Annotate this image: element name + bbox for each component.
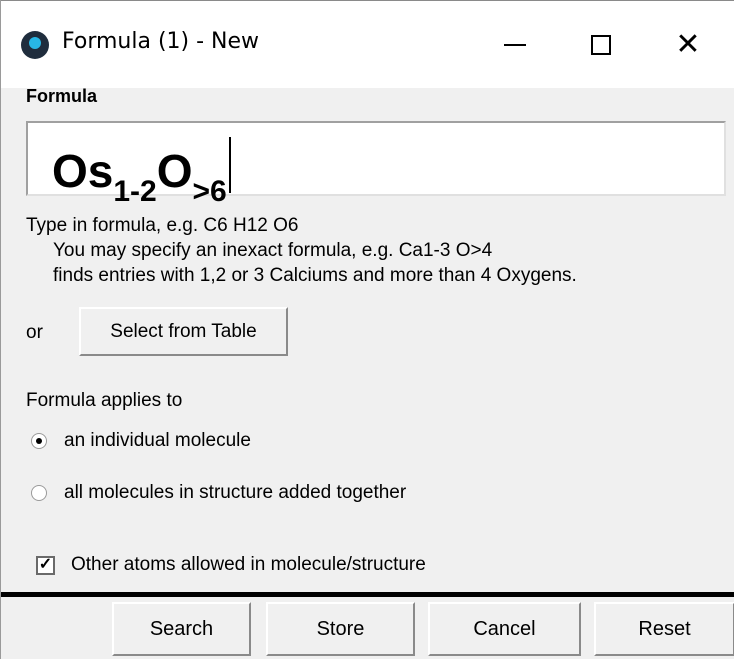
formula-help: Type in formula, e.g. C6 H12 O6 You may …	[26, 213, 577, 288]
store-button[interactable]: Store	[266, 602, 415, 656]
radio-button-checked[interactable]	[31, 433, 47, 449]
formula-input[interactable]: Os1-2O>6	[26, 121, 726, 208]
help-line: Type in formula, e.g. C6 H12 O6	[26, 215, 299, 236]
radio-button[interactable]	[31, 485, 47, 501]
close-icon: ✕	[675, 27, 701, 62]
text-caret	[228, 137, 231, 193]
separator	[1, 592, 734, 597]
app-icon	[21, 31, 49, 59]
other-atoms-checkbox-row[interactable]: ✓ Other atoms allowed in molecule/struct…	[36, 554, 426, 576]
formula-dialog: Formula (1) - New ✕ Formula Os1-2O>6 Typ…	[0, 0, 734, 659]
applies-to-label: Formula applies to	[26, 390, 183, 411]
close-button[interactable]: ✕	[653, 19, 723, 71]
select-from-table-button[interactable]: Select from Table	[79, 307, 288, 356]
reset-button[interactable]: Reset	[594, 602, 734, 656]
minimize-icon	[504, 44, 526, 46]
checkmark-icon: ✓	[38, 556, 53, 573]
cancel-button[interactable]: Cancel	[428, 602, 581, 656]
maximize-icon	[591, 35, 611, 55]
maximize-button[interactable]	[566, 19, 636, 71]
checkbox[interactable]: ✓	[36, 555, 55, 575]
or-label: or	[26, 322, 43, 343]
element-symbol: O	[156, 145, 193, 197]
search-button[interactable]: Search	[112, 602, 251, 656]
radio-label: all molecules in structure added togethe…	[64, 482, 407, 503]
radio-all-molecules[interactable]: all molecules in structure added togethe…	[31, 482, 406, 504]
window-title: Formula (1) - New	[62, 29, 260, 54]
radio-label: an individual molecule	[64, 430, 251, 451]
title-bar[interactable]: Formula (1) - New ✕	[1, 0, 734, 88]
element-symbol: Os	[52, 145, 114, 197]
radio-individual-molecule[interactable]: an individual molecule	[31, 430, 251, 452]
element-count: 1-2	[113, 175, 157, 208]
help-line: finds entries with 1,2 or 3 Calciums and…	[53, 265, 577, 286]
help-line: You may specify an inexact formula, e.g.…	[53, 240, 493, 261]
minimize-button[interactable]	[480, 19, 550, 71]
checkbox-label: Other atoms allowed in molecule/structur…	[71, 554, 426, 575]
formula-value: Os1-2O>6	[52, 131, 231, 208]
element-count: >6	[192, 175, 227, 208]
formula-label: Formula	[26, 86, 98, 106]
